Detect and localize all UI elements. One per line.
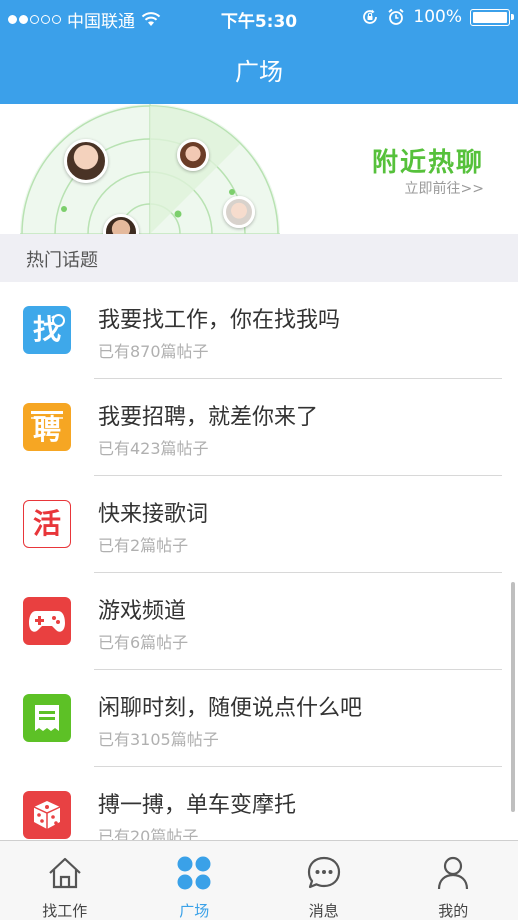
nearby-chat-banner[interactable]: 附近热聊 立即前往>> bbox=[0, 104, 518, 234]
topic-post-count: 已有3105篇帖子 bbox=[98, 726, 219, 750]
battery-icon bbox=[470, 9, 510, 26]
list-item[interactable]: 搏一搏，单车变摩托 已有20篇帖子 bbox=[0, 767, 518, 840]
tab-mine[interactable]: 我的 bbox=[389, 841, 518, 920]
topic-title: 我要找工作，你在找我吗 bbox=[98, 302, 340, 334]
topic-post-count: 已有2篇帖子 bbox=[98, 532, 188, 556]
tab-label: 我的 bbox=[389, 900, 518, 921]
banner-title: 附近热聊 bbox=[372, 142, 484, 179]
tab-find-job[interactable]: 找工作 bbox=[0, 841, 130, 920]
chat-note-icon bbox=[23, 694, 71, 742]
page-title: 广场 bbox=[0, 52, 518, 87]
find-job-icon: 找 bbox=[23, 306, 71, 354]
list-item[interactable]: 活 快来接歌词 已有2篇帖子 bbox=[0, 476, 518, 573]
avatar[interactable] bbox=[64, 139, 108, 183]
recruit-icon: 聘 bbox=[23, 403, 71, 451]
section-header: 热门话题 bbox=[0, 234, 518, 282]
tab-messages[interactable]: 消息 bbox=[259, 841, 389, 920]
topic-post-count: 已有870篇帖子 bbox=[98, 338, 209, 362]
topic-title: 搏一搏，单车变摩托 bbox=[98, 787, 296, 819]
list-item[interactable]: 聘 我要招聘，就差你来了 已有423篇帖子 bbox=[0, 379, 518, 476]
rotation-lock-icon bbox=[361, 8, 379, 26]
lyrics-icon: 活 bbox=[23, 500, 71, 548]
status-bar: 中国联通 下午5:30 100% bbox=[0, 0, 518, 36]
person-icon bbox=[435, 855, 471, 891]
scrollbar[interactable] bbox=[511, 582, 515, 812]
topic-post-count: 已有423篇帖子 bbox=[98, 435, 209, 459]
top-bar: 中国联通 下午5:30 100% 广场 bbox=[0, 0, 518, 104]
topic-list[interactable]: 找 我要找工作，你在找我吗 已有870篇帖子 聘 我要招聘，就差你来了 已有42… bbox=[0, 282, 518, 840]
list-item[interactable]: 找 我要找工作，你在找我吗 已有870篇帖子 bbox=[0, 282, 518, 379]
list-item[interactable]: 游戏频道 已有6篇帖子 bbox=[0, 573, 518, 670]
topic-title: 快来接歌词 bbox=[98, 496, 208, 528]
tab-label: 消息 bbox=[259, 900, 389, 921]
avatar[interactable] bbox=[223, 196, 255, 228]
topic-title: 我要招聘，就差你来了 bbox=[98, 399, 318, 431]
gamepad-icon bbox=[23, 597, 71, 645]
house-icon bbox=[47, 855, 83, 891]
tab-label: 广场 bbox=[130, 900, 260, 921]
go-now-link[interactable]: 立即前往>> bbox=[405, 178, 484, 198]
topic-post-count: 已有6篇帖子 bbox=[98, 629, 188, 653]
tab-bar: 找工作 广场 消息 我的 bbox=[0, 840, 518, 920]
battery-percent: 100% bbox=[413, 7, 462, 27]
avatar[interactable] bbox=[177, 139, 209, 171]
topic-title: 游戏频道 bbox=[98, 593, 186, 625]
chat-bubble-icon bbox=[306, 855, 342, 891]
list-item[interactable]: 闲聊时刻，随便说点什么吧 已有3105篇帖子 bbox=[0, 670, 518, 767]
tab-square[interactable]: 广场 bbox=[130, 841, 260, 920]
topic-post-count: 已有20篇帖子 bbox=[98, 823, 198, 840]
alarm-icon bbox=[387, 8, 405, 26]
square-grid-icon bbox=[176, 855, 212, 891]
dice-icon bbox=[23, 791, 71, 839]
radar-graphic bbox=[0, 104, 300, 234]
topic-title: 闲聊时刻，随便说点什么吧 bbox=[98, 690, 362, 722]
tab-label: 找工作 bbox=[0, 900, 130, 921]
